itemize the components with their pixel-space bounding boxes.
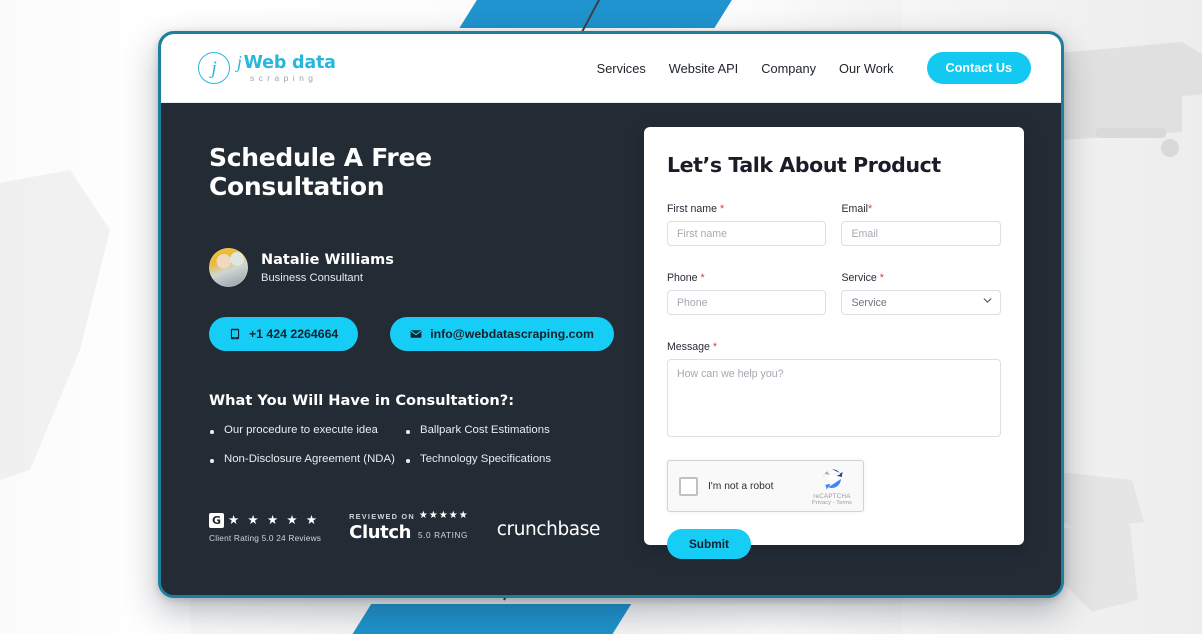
google-rating-top: G ★ ★ ★ ★ ★ bbox=[209, 513, 321, 528]
left-column: Schedule A Free Consultation Natalie Wil… bbox=[209, 127, 614, 595]
contact-buttons: +1 424 2264664 info@webdatascraping.com bbox=[209, 317, 614, 351]
nav-item-website-api[interactable]: Website API bbox=[669, 61, 738, 76]
message-textarea[interactable] bbox=[666, 359, 1001, 437]
contact-us-button[interactable]: Contact Us bbox=[926, 52, 1031, 84]
first-name-required-mark: * bbox=[719, 203, 725, 215]
recaptcha-checkbox[interactable] bbox=[678, 476, 698, 496]
list-item: Our procedure to execute idea bbox=[209, 424, 405, 436]
list-item: Non-Disclosure Agreement (NDA) bbox=[209, 453, 405, 465]
google-rating-badge: G ★ ★ ★ ★ ★ Client Rating 5.0 24 Reviews bbox=[209, 513, 321, 543]
form-title: Let’s Talk About Product bbox=[666, 153, 941, 177]
recaptcha-widget[interactable]: I'm not a robot reCAPTCHA Privacy - Term… bbox=[666, 460, 864, 512]
main-navigation: Services Website API Company Our Work Co… bbox=[597, 52, 1031, 84]
service-required-mark: * bbox=[879, 272, 884, 284]
recaptcha-icon bbox=[823, 469, 843, 490]
email-group: Email* bbox=[841, 203, 1001, 246]
consultation-title: What You Will Have in Consultation?: bbox=[209, 392, 515, 409]
logo-circle-j-icon: j bbox=[198, 52, 230, 84]
first-name-group: First name * bbox=[666, 203, 827, 246]
clutch-reviewed-on-label: REVIEWED ON bbox=[349, 511, 415, 521]
page-title: Schedule A Free Consultation bbox=[209, 143, 432, 201]
logo-j-letter: j bbox=[237, 52, 242, 72]
consultant-card: Natalie Williams Business Consultant bbox=[209, 248, 614, 287]
rating-badges: G ★ ★ ★ ★ ★ Client Rating 5.0 24 Reviews… bbox=[209, 511, 614, 543]
list-item: Technology Specifications bbox=[405, 453, 614, 465]
message-label: Message * bbox=[667, 341, 1001, 353]
consultant-info: Natalie Williams Business Consultant bbox=[261, 251, 394, 283]
logo-text: j Web data scraping bbox=[237, 52, 336, 83]
logo-webdata-text: Web data bbox=[243, 53, 336, 73]
form-row-name-email: First name * Email* bbox=[666, 203, 1001, 246]
google-rating-caption: Client Rating 5.0 24 Reviews bbox=[209, 533, 322, 543]
clutch-name-row: Clutch 5.0 RATING bbox=[349, 522, 469, 543]
email-label: Email* bbox=[841, 203, 1001, 215]
nav-item-services[interactable]: Services bbox=[597, 61, 646, 76]
email-button[interactable]: info@webdatascraping.com bbox=[390, 317, 614, 351]
logo-main-text: j Web data bbox=[237, 52, 336, 73]
service-group: Service * Service bbox=[841, 272, 1001, 315]
nav-item-our-work[interactable]: Our Work bbox=[839, 61, 894, 76]
phone-label-text: Phone bbox=[666, 272, 698, 284]
recaptcha-brand: reCAPTCHA Privacy - Terms bbox=[812, 466, 852, 506]
consultant-name: Natalie Williams bbox=[261, 252, 394, 269]
email-address: info@webdatascraping.com bbox=[430, 327, 594, 341]
crunchbase-wordmark: crunchbase bbox=[496, 519, 601, 540]
service-label: Service * bbox=[841, 272, 1001, 284]
nav-item-company[interactable]: Company bbox=[761, 61, 816, 76]
consultant-role: Business Consultant bbox=[261, 271, 363, 284]
site-header: j j Web data scraping Services Website AP… bbox=[161, 34, 1061, 103]
browser-mockup: j j Web data scraping Services Website AP… bbox=[158, 31, 1064, 598]
message-required-mark: * bbox=[712, 341, 718, 353]
email-input[interactable] bbox=[841, 221, 1001, 246]
message-group: Message * bbox=[666, 341, 1001, 442]
phone-label: Phone * bbox=[667, 272, 827, 284]
clutch-wordmark: Clutch bbox=[349, 522, 412, 543]
clutch-rating-value: 5.0 RATING bbox=[418, 531, 469, 540]
envelope-icon bbox=[410, 330, 422, 338]
first-name-label-text: First name bbox=[666, 203, 717, 215]
phone-icon bbox=[230, 328, 240, 340]
google-stars-icon: ★ ★ ★ ★ ★ bbox=[228, 513, 320, 528]
phone-button[interactable]: +1 424 2264664 bbox=[209, 317, 359, 351]
contact-form-card: Let’s Talk About Product First name * Em… bbox=[643, 127, 1024, 559]
clutch-top-row: REVIEWED ON ★★★★★ bbox=[349, 511, 469, 521]
message-label-text: Message bbox=[666, 341, 710, 353]
recaptcha-label: I'm not a robot bbox=[707, 480, 774, 492]
recaptcha-brand-name: reCAPTCHA bbox=[813, 493, 851, 500]
email-required-mark: * bbox=[867, 203, 873, 215]
form-row-phone-service: Phone * Service * Service bbox=[666, 272, 1001, 315]
first-name-label: First name * bbox=[667, 203, 827, 215]
list-item: Ballpark Cost Estimations bbox=[405, 424, 614, 436]
phone-input[interactable] bbox=[666, 290, 827, 315]
consultation-list: Our procedure to execute idea Ballpark C… bbox=[209, 424, 614, 465]
logo-sub-text: scraping bbox=[250, 72, 318, 83]
clutch-stars-icon: ★★★★★ bbox=[418, 510, 469, 521]
recaptcha-legal-links[interactable]: Privacy - Terms bbox=[812, 500, 852, 506]
phone-number: +1 424 2264664 bbox=[249, 327, 339, 341]
service-select[interactable]: Service bbox=[841, 290, 1001, 315]
submit-button[interactable]: Submit bbox=[666, 529, 751, 559]
clutch-rating-badge: REVIEWED ON ★★★★★ Clutch 5.0 RATING bbox=[349, 511, 469, 544]
site-logo[interactable]: j j Web data scraping bbox=[198, 52, 336, 84]
avatar bbox=[209, 248, 248, 287]
first-name-input[interactable] bbox=[666, 221, 827, 246]
page-content: Schedule A Free Consultation Natalie Wil… bbox=[161, 103, 1061, 595]
form-row-message: Message * bbox=[666, 341, 1001, 442]
google-logo-icon: G bbox=[209, 513, 224, 528]
phone-required-mark: * bbox=[700, 272, 705, 284]
service-select-wrapper: Service bbox=[841, 290, 1001, 315]
service-label-text: Service bbox=[841, 272, 877, 284]
phone-group: Phone * bbox=[666, 272, 827, 315]
email-label-text: Email bbox=[841, 203, 868, 215]
